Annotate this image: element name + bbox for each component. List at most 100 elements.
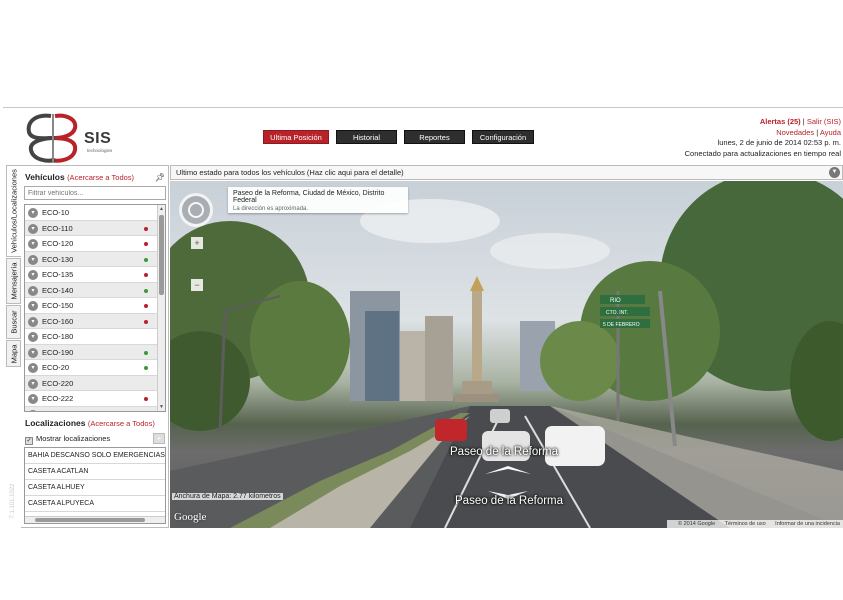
street-view[interactable]: RIO CTO. INT. 5 DE FEBRERO + − Paseo de … [170, 181, 843, 528]
location-list-hscrollbar[interactable] [25, 516, 165, 523]
address-box: Paseo de la Reforma, Ciudad de México, D… [228, 187, 408, 213]
terms-link[interactable]: Términos de uso [725, 521, 766, 527]
vehicle-name: ECO-110 [42, 223, 73, 233]
nav-ultima-posicion[interactable]: Ultima Posición [263, 130, 329, 144]
compass-control[interactable] [179, 193, 213, 227]
tab-mensajeria[interactable]: Mensajería [6, 258, 21, 304]
vehicle-row[interactable]: ▾ ECO-230 [25, 406, 165, 411]
chevron-down-icon[interactable]: ▾ [28, 239, 38, 249]
scroll-down-icon[interactable]: ▼ [158, 403, 165, 411]
location-row[interactable]: BAHIA DESCANSO SOLO EMERGENCIAS [25, 448, 165, 464]
vehicle-filter-input[interactable] [24, 186, 166, 200]
chevron-down-icon[interactable]: ▾ [28, 363, 38, 373]
nav-reportes[interactable]: Reportes [404, 130, 465, 144]
news-link[interactable]: Novedades [776, 128, 814, 137]
report-issue-link[interactable]: Informar de una incidencia [775, 521, 840, 527]
logout-link[interactable]: Salir (SIS) [807, 117, 841, 126]
chevron-down-icon[interactable]: ▾ [28, 394, 38, 404]
vehicle-name: ECO-222 [42, 394, 74, 403]
tab-buscar[interactable]: Buscar [6, 305, 21, 339]
vehicle-name: ECO-180 [42, 332, 74, 341]
status-dot-icon [144, 397, 148, 401]
version-text: 7.1.101.1022 [10, 483, 16, 519]
zoom-in-button[interactable]: + [191, 237, 203, 249]
chevron-down-icon[interactable]: ▾ [28, 208, 38, 218]
scroll-up-icon[interactable]: ▲ [158, 205, 165, 213]
vehicle-row[interactable]: ▾ ECO-190 [25, 344, 165, 360]
vehicle-row[interactable]: ▾ ECO-160 [25, 313, 165, 329]
vehicle-row[interactable]: ▾ ECO-220 [25, 375, 165, 391]
vehicle-row[interactable]: ▾ ECO-130 [25, 251, 165, 267]
status-dot-icon [144, 257, 148, 262]
vehicle-list: ▾ ECO-10 ▾ ECO-110 ▾ ECO-120 ▾ ECO-130 ▾ ECO-135 ▾… [24, 204, 166, 412]
vehicle-row[interactable]: ▾ ECO-180 [25, 329, 165, 345]
location-row[interactable]: CASETA ALPUYECA [25, 496, 165, 512]
location-list: BAHIA DESCANSO SOLO EMERGENCIAS CASETA AC… [24, 447, 166, 524]
map-scale: Anchura de Mapa: 2.77 kilometros [172, 493, 283, 500]
vehicle-row[interactable]: ▾ ECO-150 [25, 298, 165, 314]
scrollbar-thumb[interactable] [159, 215, 164, 295]
vehicles-zoom-all-link[interactable]: (Acercarse a Todos) [67, 173, 134, 182]
nav-configuracion[interactable]: Configuración [472, 130, 534, 144]
show-locations-row: ✓ Mostrar localizaciones [25, 434, 110, 445]
sign-rio: RIO [610, 298, 621, 304]
vehicle-row[interactable]: ▾ ECO-120 [25, 236, 165, 252]
locations-header: Localizaciones (Acercarse a Todos) [25, 418, 155, 428]
nav-historial[interactable]: Historial [336, 130, 397, 144]
help-link[interactable]: Ayuda [820, 128, 841, 137]
copyright-text: © 2014 Google [678, 521, 716, 527]
alerts-link[interactable]: Alertas (25) [760, 117, 801, 126]
vehicle-row[interactable]: ▾ ECO-135 [25, 267, 165, 283]
version-label: 7.1.101.1022 [8, 471, 18, 531]
status-dot-icon [144, 350, 148, 355]
app-frame: SIS technologies Ultima Posición Histori… [3, 107, 843, 528]
vehicle-list-scrollbar[interactable]: ▲ ▼ [157, 205, 165, 411]
chevron-down-icon[interactable]: ▾ [28, 316, 38, 327]
status-bar[interactable]: Ultimo estado para todos los vehículos (… [170, 165, 843, 180]
location-row[interactable]: CASETA ALHUEY [25, 480, 165, 496]
chevron-down-icon[interactable]: ▼ [829, 167, 840, 178]
street-view-scene: RIO CTO. INT. 5 DE FEBRERO [170, 181, 843, 528]
pin-icon[interactable]: 📌︎ [155, 173, 165, 182]
logo-mark [26, 113, 78, 163]
chevron-down-icon[interactable]: ▾ [28, 301, 38, 311]
connection-status: Conectado para actualizaciones en tiempo… [684, 148, 841, 158]
tab-label: Buscar [9, 310, 18, 334]
chevron-down-icon[interactable]: ▾ [28, 223, 38, 234]
separator: | [802, 117, 805, 126]
compass-ring[interactable] [188, 202, 204, 218]
location-row[interactable]: CASETA ACATLAN [25, 464, 165, 480]
vehicle-row[interactable]: ▾ ECO-110 [25, 220, 165, 236]
status-text[interactable]: Ultimo estado para todos los vehículos (… [176, 168, 404, 177]
vehicle-row[interactable]: ▾ ECO-222 [25, 391, 165, 407]
locations-title: Localizaciones [25, 418, 86, 428]
vehicle-name: ECO-130 [42, 254, 74, 264]
vehicle-name: ECO-140 [42, 285, 74, 295]
chevron-down-icon[interactable]: ▾ [28, 332, 38, 342]
left-panel: Vehículos (Acercarse a Todos) 📌︎ ▾ ECO-10… [21, 165, 169, 528]
chevron-down-icon[interactable]: ▾ [28, 409, 38, 411]
zoom-out-button[interactable]: − [191, 279, 203, 291]
chevron-down-icon[interactable]: ▾ [28, 285, 38, 296]
vehicle-row[interactable]: ▾ ECO-10 [25, 205, 165, 221]
chevron-down-icon[interactable]: ▾ [28, 347, 38, 358]
sign-5-febrero: 5 DE FEBRERO [603, 322, 640, 328]
vehicle-row[interactable]: ▾ ECO-140 [25, 282, 165, 298]
map-footer: © 2014 Google Términos de uso Informar d… [667, 520, 843, 528]
chevron-down-icon[interactable]: ▾ [28, 378, 38, 389]
chevron-down-icon[interactable]: ▾ [28, 270, 38, 280]
separator: | [816, 127, 819, 137]
chevron-down-icon[interactable]: ▾ [28, 254, 38, 265]
locations-zoom-all-link[interactable]: (Acercarse a Todos) [88, 419, 155, 428]
vehicle-name: ECO-135 [42, 270, 74, 279]
vehicle-name: ECO-160 [42, 316, 74, 326]
road-label-back[interactable]: Paseo de la Reforma [455, 495, 563, 507]
scrollbar-thumb[interactable] [35, 518, 145, 522]
tab-vehiculos-localizaciones[interactable]: Vehículos/Localizaciones [6, 165, 21, 257]
vehicle-row[interactable]: ▾ ECO-20 [25, 360, 165, 376]
sis-logo: SIS technologies [25, 112, 125, 164]
add-location-button[interactable]: + [153, 433, 165, 444]
road-label-forward[interactable]: Paseo de la Reforma [450, 446, 558, 458]
tab-mapa[interactable]: Mapa [6, 340, 21, 367]
show-locations-checkbox[interactable]: ✓ [25, 437, 33, 445]
